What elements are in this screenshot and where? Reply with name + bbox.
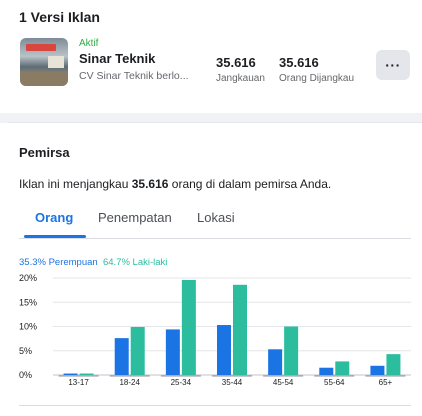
tab-penempatan[interactable]: Penempatan [98,210,172,225]
legend-male: 64.7% Laki-laki [102,257,168,268]
tab-lokasi[interactable]: Lokasi [197,210,235,225]
y-tick-label: 0% [19,370,32,380]
bar-male [130,326,145,375]
audience-description: Iklan ini menjangkau 35.616 orang di dal… [19,177,331,191]
age-gender-chart: 20% 15% 10% 5% 0% 13-17 18-24 25-34 35-44 45-54 55… [19,270,419,390]
bar-female [114,338,129,375]
bar-female [217,325,231,375]
audience-desc-value: 35.616 [131,177,169,191]
bar-female [268,349,283,375]
reached-value: 35.616 [279,55,319,70]
gender-legend: 35.3% Perempuan 64.7% Laki-laki [19,257,167,268]
y-tick-label: 10% [19,322,37,332]
versions-title: 1 Versi Iklan [19,9,100,25]
audience-desc-prefix: Iklan ini menjangkau [19,177,132,191]
audience-desc-suffix: orang di dalam pemirsa Anda. [168,177,332,191]
bar-male [79,373,94,375]
tab-divider [19,238,411,239]
bottom-divider [19,405,411,406]
x-tick-label: 55-64 [324,378,345,387]
ad-name[interactable]: Sinar Teknik [79,51,155,66]
tab-orang[interactable]: Orang [35,210,73,225]
card-border [8,122,422,123]
x-tick-label: 45-54 [273,378,294,387]
more-icon: ··· [385,57,401,73]
bar-male [386,354,401,375]
bar-female [63,373,78,375]
ad-status-label: Aktif [79,38,99,49]
x-tick-label: 35-44 [222,378,243,387]
x-tick-label: 25-34 [171,378,192,387]
bar-female [165,329,180,375]
bar-male [284,326,299,375]
y-tick-label: 5% [19,346,32,356]
bar-female [319,367,334,375]
reach-value: 35.616 [216,55,256,70]
y-tick-label: 15% [19,297,37,307]
ad-page-name: CV Sinar Teknik berlo... [79,70,189,82]
x-tick-label: 13-17 [68,378,89,387]
reach-label: Jangkauan [216,73,265,84]
y-tick-label: 20% [19,273,37,283]
bar-male [181,279,196,375]
bar-male [335,361,350,375]
bar-male [233,284,247,375]
ad-version-row[interactable]: Aktif Sinar Teknik CV Sinar Teknik berlo… [20,38,420,100]
x-tick-label: 65+ [379,378,393,387]
age-gender-chart-svg: 20% 15% 10% 5% 0% 13-17 18-24 25-34 35-44 45-54 55… [19,273,411,387]
ad-thumbnail[interactable] [20,38,68,86]
x-tick-label: 18-24 [119,378,140,387]
bar-female [370,365,385,375]
more-options-button[interactable]: ··· [376,50,410,80]
reached-label: Orang Dijangkau [279,73,355,84]
audience-title: Pemirsa [19,145,70,160]
legend-female: 35.3% Perempuan [19,257,98,268]
